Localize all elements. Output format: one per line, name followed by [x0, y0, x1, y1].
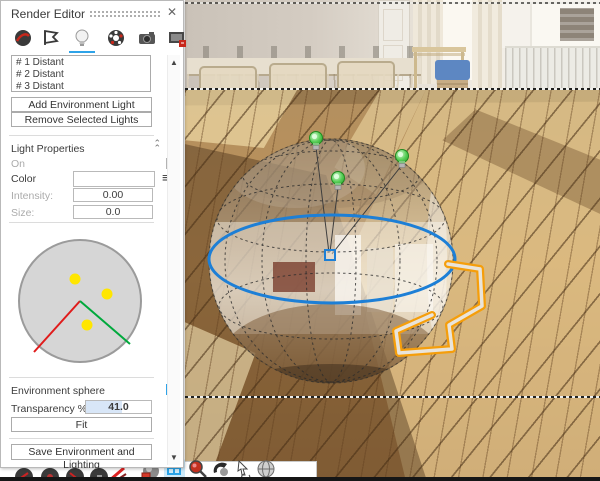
- light-position-widget[interactable]: [1, 231, 161, 371]
- select-tool-icon[interactable]: [234, 459, 254, 479]
- divider: [9, 377, 154, 378]
- color-label: Color: [11, 173, 36, 185]
- active-tab-underline: [69, 51, 95, 53]
- render-editor-tabs: [9, 28, 179, 52]
- fit-button[interactable]: Fit: [11, 417, 152, 432]
- app-window: Render Editor ✕ # 1 Distant # 2 Distant …: [0, 0, 600, 481]
- light-properties-header: Light Properties: [11, 143, 85, 155]
- collapse-icon[interactable]: ⌃⌃: [153, 141, 161, 151]
- intensity-field[interactable]: [73, 188, 153, 202]
- tab-output-image-icon[interactable]: [167, 28, 187, 48]
- globe-tool-icon[interactable]: [256, 459, 276, 479]
- on-label: On: [11, 158, 25, 170]
- center-handle[interactable]: [325, 250, 335, 260]
- zoom-tool-icon[interactable]: [188, 459, 208, 479]
- light-dot-3[interactable]: [82, 320, 93, 331]
- size-label: Size:: [11, 207, 34, 219]
- drag-grip[interactable]: [89, 10, 161, 18]
- remove-selected-lights-button[interactable]: Remove Selected Lights: [11, 112, 152, 127]
- transparency-label: Transparency %:: [11, 403, 90, 415]
- light-dot-2[interactable]: [102, 289, 113, 300]
- list-item-light[interactable]: # 1 Distant: [16, 57, 150, 69]
- light-dot-1[interactable]: [70, 274, 81, 285]
- environment-sphere-overlay[interactable]: [185, 0, 600, 477]
- panel-title: Render Editor: [11, 7, 85, 21]
- color-swatch[interactable]: [73, 171, 155, 187]
- add-environment-light-button[interactable]: Add Environment Light: [11, 97, 152, 112]
- scroll-down-icon[interactable]: ▼: [169, 453, 179, 462]
- divider: [9, 222, 154, 223]
- render-editor-panel[interactable]: Render Editor ✕ # 1 Distant # 2 Distant …: [0, 0, 184, 468]
- list-item-light[interactable]: # 3 Distant: [16, 81, 150, 93]
- list-item-light[interactable]: # 2 Distant: [16, 69, 150, 81]
- divider: [9, 135, 154, 136]
- tab-scene-flag-icon[interactable]: [41, 28, 61, 48]
- transparency-field[interactable]: [85, 400, 152, 414]
- tab-camera-icon[interactable]: [137, 28, 157, 48]
- 3d-viewport[interactable]: [185, 0, 600, 477]
- tab-render-reel-icon[interactable]: [106, 28, 126, 48]
- close-icon[interactable]: ✕: [167, 5, 177, 19]
- tab-lights-icon[interactable]: [72, 28, 92, 48]
- environment-sphere-label: Environment sphere: [11, 385, 105, 397]
- orbit-tool-icon[interactable]: [211, 459, 231, 479]
- intensity-label: Intensity:: [11, 190, 53, 202]
- size-field[interactable]: [73, 205, 153, 219]
- lights-list[interactable]: # 1 Distant # 2 Distant # 3 Distant: [11, 55, 151, 92]
- divider: [9, 438, 154, 439]
- save-environment-button[interactable]: Save Environment and Lighting: [11, 444, 152, 460]
- bottom-edge-bar: [0, 477, 600, 481]
- tab-materials-icon[interactable]: [13, 28, 33, 48]
- scroll-up-icon[interactable]: ▲: [169, 58, 179, 67]
- panel-scrollbar[interactable]: [167, 55, 180, 465]
